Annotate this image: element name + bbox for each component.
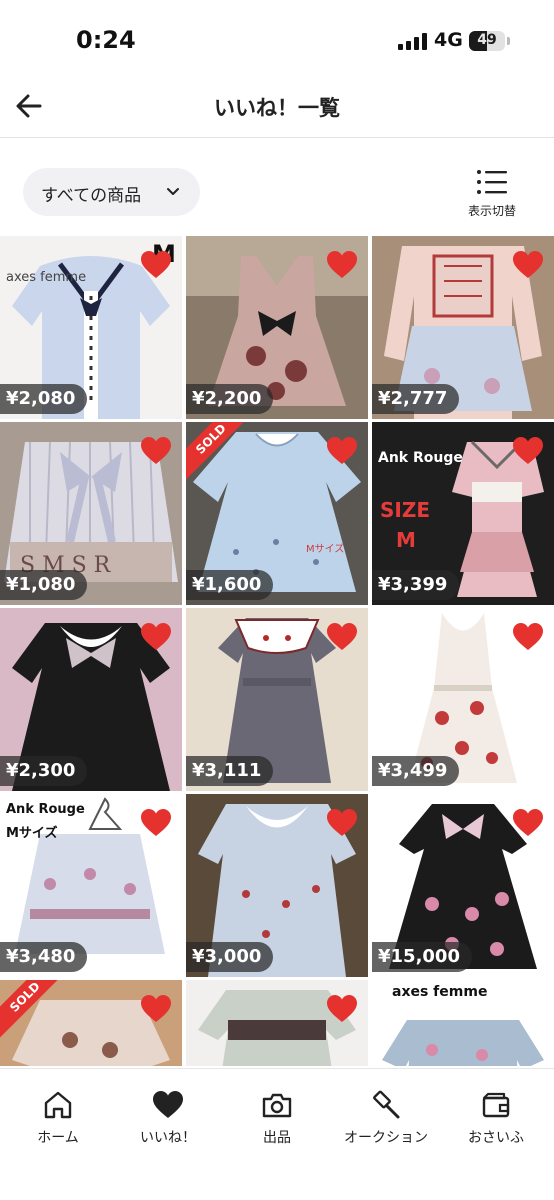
filter-label: すべての商品 — [41, 186, 142, 206]
product-card[interactable]: axes femme M ¥2,080 — [0, 236, 182, 419]
heart-icon[interactable] — [140, 808, 172, 838]
product-card[interactable]: ¥3,111 — [186, 608, 368, 791]
nav-label: オークション — [344, 1130, 428, 1146]
product-overlay-text: Mサイズ — [306, 544, 345, 555]
product-card[interactable]: S M S R ¥1,080 — [0, 422, 182, 605]
price-badge: ¥3,480 — [0, 942, 88, 972]
nav-label: いいね！ — [140, 1130, 196, 1146]
price-badge: ¥3,499 — [372, 756, 460, 786]
price-badge: ¥1,080 — [0, 570, 88, 600]
heart-icon[interactable] — [512, 808, 544, 838]
price-badge: ¥2,300 — [0, 756, 88, 786]
product-card[interactable]: SOLD Mサイズ ¥1,600 — [186, 422, 368, 605]
page-title: いいね！一覧 — [214, 96, 340, 120]
header: いいね！一覧 — [0, 80, 554, 138]
product-overlay-text: M — [396, 528, 416, 552]
product-overlay-text: axes femme — [392, 984, 488, 1000]
heart-icon[interactable] — [512, 622, 544, 652]
product-card[interactable]: ¥2,777 — [372, 236, 554, 419]
product-card[interactable]: axes femme — [372, 980, 554, 1066]
product-card[interactable]: ¥3,499 — [372, 608, 554, 791]
battery-cap — [507, 37, 510, 45]
battery-icon: 49 — [469, 31, 505, 51]
product-card[interactable]: Ank Rouge SIZE M ¥3,399 — [372, 422, 554, 605]
nav-label: おさいふ — [468, 1130, 524, 1146]
product-overlay-text: axes femme — [6, 270, 87, 285]
product-overlay-text: SIZE — [380, 498, 431, 522]
heart-icon[interactable] — [512, 436, 544, 466]
nav-home[interactable]: ホーム — [3, 1089, 113, 1153]
battery-level: 49 — [477, 32, 497, 48]
view-toggle-button[interactable]: 表示切替 — [456, 166, 528, 222]
nav-auction[interactable]: オークション — [331, 1089, 441, 1153]
price-badge: ¥3,000 — [186, 942, 274, 972]
heart-icon[interactable] — [512, 250, 544, 280]
price-badge: ¥2,200 — [186, 384, 274, 414]
product-card[interactable]: ¥2,300 — [0, 608, 182, 791]
product-card[interactable]: ¥2,200 — [186, 236, 368, 419]
bottom-nav: ホーム いいね！ 出品 オークション おさいふ — [0, 1068, 554, 1200]
price-badge: ¥3,111 — [186, 756, 274, 786]
product-overlay-text: Ank Rouge — [378, 450, 463, 466]
product-overlay-text: Mサイズ — [6, 826, 58, 841]
nav-wallet[interactable]: おさいふ — [441, 1089, 551, 1153]
product-card[interactable]: SOLD — [0, 980, 182, 1066]
view-toggle-label: 表示切替 — [467, 204, 516, 218]
status-time: 0:24 — [76, 26, 136, 54]
heart-icon[interactable] — [326, 808, 358, 838]
heart-icon[interactable] — [140, 436, 172, 466]
product-card[interactable]: ¥15,000 — [372, 794, 554, 977]
camera-icon — [262, 1093, 292, 1118]
gavel-icon — [373, 1090, 400, 1119]
heart-icon[interactable] — [140, 622, 172, 652]
price-badge: ¥3,399 — [372, 570, 460, 600]
heart-icon[interactable] — [326, 436, 358, 466]
heart-icon — [153, 1091, 183, 1118]
signal-icon — [398, 33, 428, 50]
product-overlay-text: Ank Rouge — [6, 802, 85, 817]
product-grid: axes femme M ¥2,080 ¥2,200 ¥2,777 — [0, 236, 554, 1066]
price-badge: ¥1,600 — [186, 570, 274, 600]
price-badge: ¥2,080 — [0, 384, 88, 414]
nav-label: 出品 — [263, 1130, 291, 1146]
heart-icon[interactable] — [326, 250, 358, 280]
nav-likes[interactable]: いいね！ — [113, 1089, 223, 1153]
chevron-down-icon — [167, 188, 179, 195]
nav-sell[interactable]: 出品 — [222, 1089, 332, 1153]
heart-icon[interactable] — [326, 994, 358, 1024]
product-card[interactable]: Ank Rouge Mサイズ ¥3,480 — [0, 794, 182, 977]
heart-icon[interactable] — [140, 250, 172, 280]
nav-label: ホーム — [37, 1130, 79, 1146]
price-badge: ¥15,000 — [372, 942, 472, 972]
price-badge: ¥2,777 — [372, 384, 460, 414]
product-card[interactable] — [186, 980, 368, 1066]
list-view-icon — [477, 170, 507, 194]
filter-dropdown[interactable]: すべての商品 — [23, 168, 200, 216]
home-icon — [44, 1091, 72, 1119]
network-label: 4G — [434, 29, 463, 51]
heart-icon[interactable] — [140, 994, 172, 1024]
heart-icon[interactable] — [326, 622, 358, 652]
status-bar: 0:24 4G 49 — [0, 0, 554, 80]
product-card[interactable]: ¥3,000 — [186, 794, 368, 977]
wallet-icon — [482, 1092, 510, 1118]
